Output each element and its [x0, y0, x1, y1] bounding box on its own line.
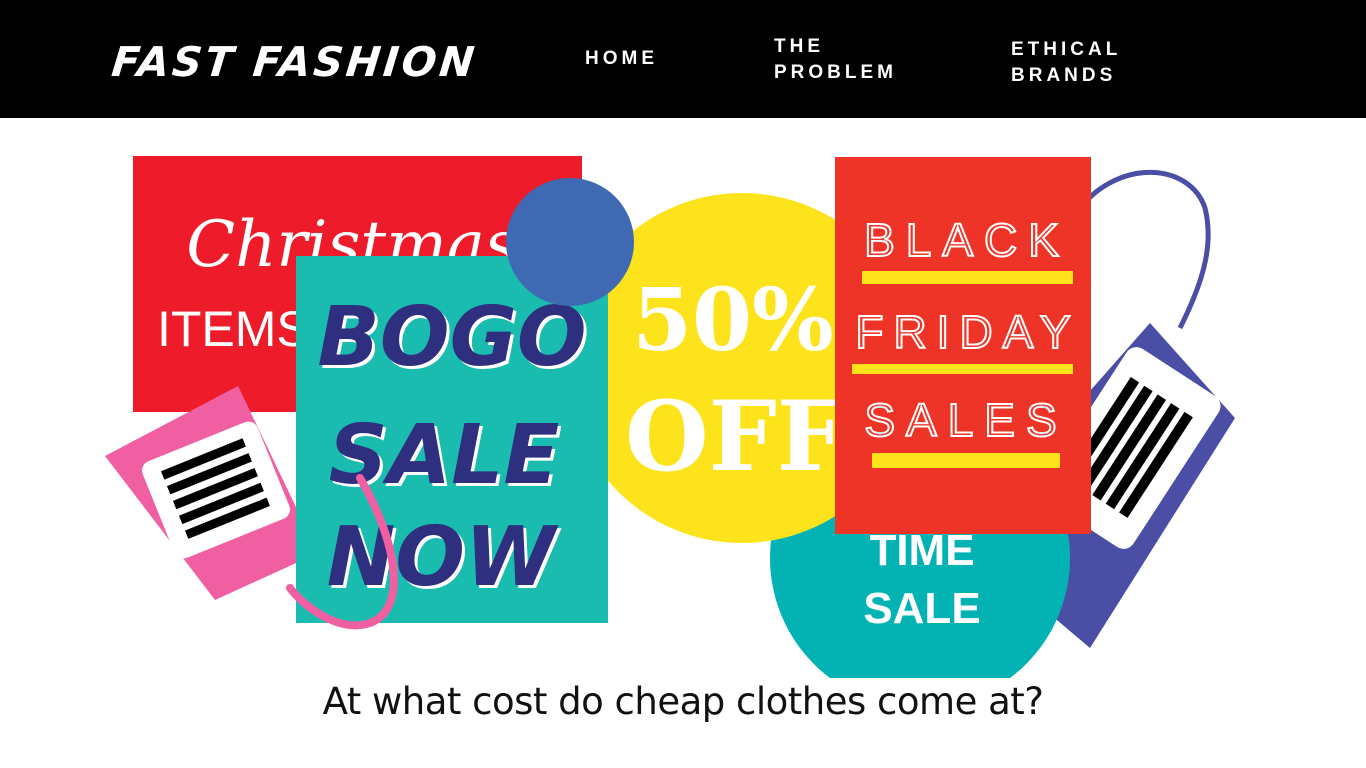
pink-price-tag [105, 386, 318, 600]
nav-ethical-brands-label-line1: ETHICAL [1011, 39, 1122, 60]
yellow-stripe [852, 364, 1073, 374]
bogo-sign-line3: NOW [327, 510, 559, 605]
blue-circle [506, 178, 634, 306]
nav-the-problem-link[interactable]: THE PROBLEM [774, 34, 897, 86]
christmas-sign-line2: ITEMS [157, 301, 310, 357]
sale-signs-collage: TIME SALE 50% OFF Christmas ITEMS BOGO B… [105, 156, 1235, 678]
nav-the-problem-label-line1: THE [774, 36, 824, 57]
nav-ethical-brands-link[interactable]: ETHICAL BRANDS [1011, 37, 1121, 89]
nav-home-link[interactable]: HOME [585, 46, 658, 72]
nav-ethical-brands-label-line2: BRANDS [1011, 65, 1117, 86]
bogo-sign-line1: BOGO [317, 290, 586, 385]
percent-sign-line1: 50% [632, 270, 833, 371]
site-header: FAST FASHION HOME THE PROBLEM ETHICAL BR… [0, 0, 1366, 118]
site-logo[interactable]: FAST FASHION [109, 38, 479, 86]
nav-the-problem-label-line2: PROBLEM [774, 62, 897, 83]
tagline: At what cost do cheap clothes come at? [322, 680, 1044, 723]
yellow-stripe [862, 271, 1073, 284]
black-friday-sign-line1: BLACK [864, 214, 1070, 266]
hero-illustration: TIME SALE 50% OFF Christmas ITEMS BOGO B… [0, 118, 1366, 678]
yellow-stripe [872, 453, 1060, 468]
nav-home-label: HOME [585, 48, 658, 69]
percent-sign-line2: OFF [625, 380, 845, 493]
black-friday-sign-line3: SALES [864, 394, 1067, 446]
black-friday-sign-line2: FRIDAY [855, 306, 1080, 358]
time-sign-line2: SALE [863, 584, 980, 633]
